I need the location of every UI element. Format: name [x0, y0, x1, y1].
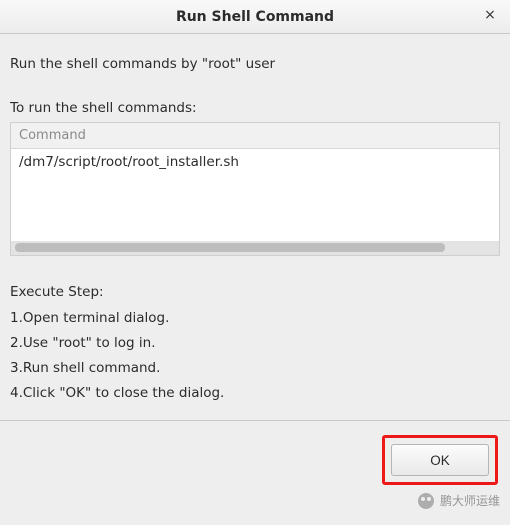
command-table: Command /dm7/script/root/root_installer.…: [10, 122, 500, 256]
execute-step-label: Execute Step:: [10, 284, 500, 300]
table-header-command: Command: [11, 123, 499, 149]
wechat-icon: [418, 493, 434, 509]
titlebar: Run Shell Command ×: [0, 0, 510, 34]
step-item: 4.Click "OK" to close the dialog.: [10, 381, 500, 406]
table-row[interactable]: /dm7/script/root/root_installer.sh: [11, 149, 499, 175]
run-commands-label: To run the shell commands:: [10, 100, 500, 116]
dialog-footer: OK: [0, 420, 510, 485]
steps-list: 1.Open terminal dialog. 2.Use "root" to …: [10, 306, 500, 406]
dialog-title: Run Shell Command: [176, 9, 334, 25]
step-item: 2.Use "root" to log in.: [10, 331, 500, 356]
watermark-text: 鹏大师运维: [440, 492, 500, 509]
description-text: Run the shell commands by "root" user: [10, 56, 500, 72]
step-item: 3.Run shell command.: [10, 356, 500, 381]
watermark: 鹏大师运维: [418, 492, 500, 509]
ok-button[interactable]: OK: [391, 444, 489, 476]
dialog-content: Run the shell commands by "root" user To…: [0, 34, 510, 406]
horizontal-scrollbar[interactable]: [11, 241, 499, 255]
ok-highlight-box: OK: [382, 435, 498, 485]
close-icon[interactable]: ×: [480, 6, 500, 26]
step-item: 1.Open terminal dialog.: [10, 306, 500, 331]
table-body: /dm7/script/root/root_installer.sh: [11, 149, 499, 241]
scrollbar-thumb[interactable]: [15, 243, 445, 252]
